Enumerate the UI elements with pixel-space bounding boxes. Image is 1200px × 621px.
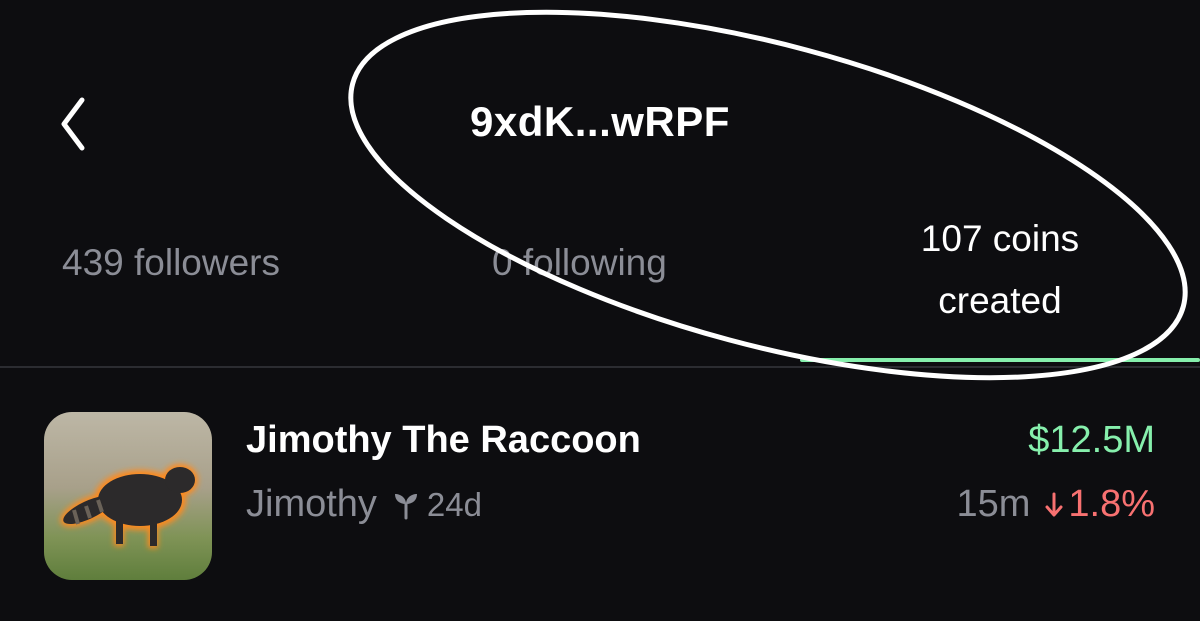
tab-coins-created-line1: 107 coins <box>920 218 1080 259</box>
tab-followers[interactable]: 439 followers <box>62 242 280 284</box>
change-percent: 1.8% <box>1068 483 1155 525</box>
coin-name: Jimothy The Raccoon <box>246 419 641 461</box>
sprout-icon <box>394 493 417 519</box>
coin-meta: Jimothy 24d <box>246 483 482 526</box>
page-title: 9xdK...wRPF <box>0 98 1200 146</box>
coin-age: 24d <box>426 485 482 523</box>
raccoon-image <box>44 412 212 580</box>
active-tab-indicator <box>800 358 1200 362</box>
wallet-address: 9xdK...wRPF <box>470 98 730 145</box>
coin-thumbnail <box>44 412 212 580</box>
arrow-down-icon <box>1045 492 1063 516</box>
tab-coins-created[interactable]: 107 coins created <box>880 208 1120 332</box>
coin-price-change: 15m 1.8% <box>956 483 1155 526</box>
market-cap: $12.5M <box>1028 419 1155 461</box>
change-interval: 15m <box>956 483 1031 525</box>
header-divider <box>0 366 1200 368</box>
coin-list-item[interactable]: Jimothy The Raccoon Jimothy 24d $12.5M 1… <box>0 395 1200 595</box>
coin-creator[interactable]: Jimothy <box>246 483 377 526</box>
change-value-wrapper: 1.8% <box>1044 483 1155 526</box>
tab-coins-created-line2: created <box>938 280 1062 321</box>
tab-following[interactable]: 0 following <box>492 242 667 284</box>
